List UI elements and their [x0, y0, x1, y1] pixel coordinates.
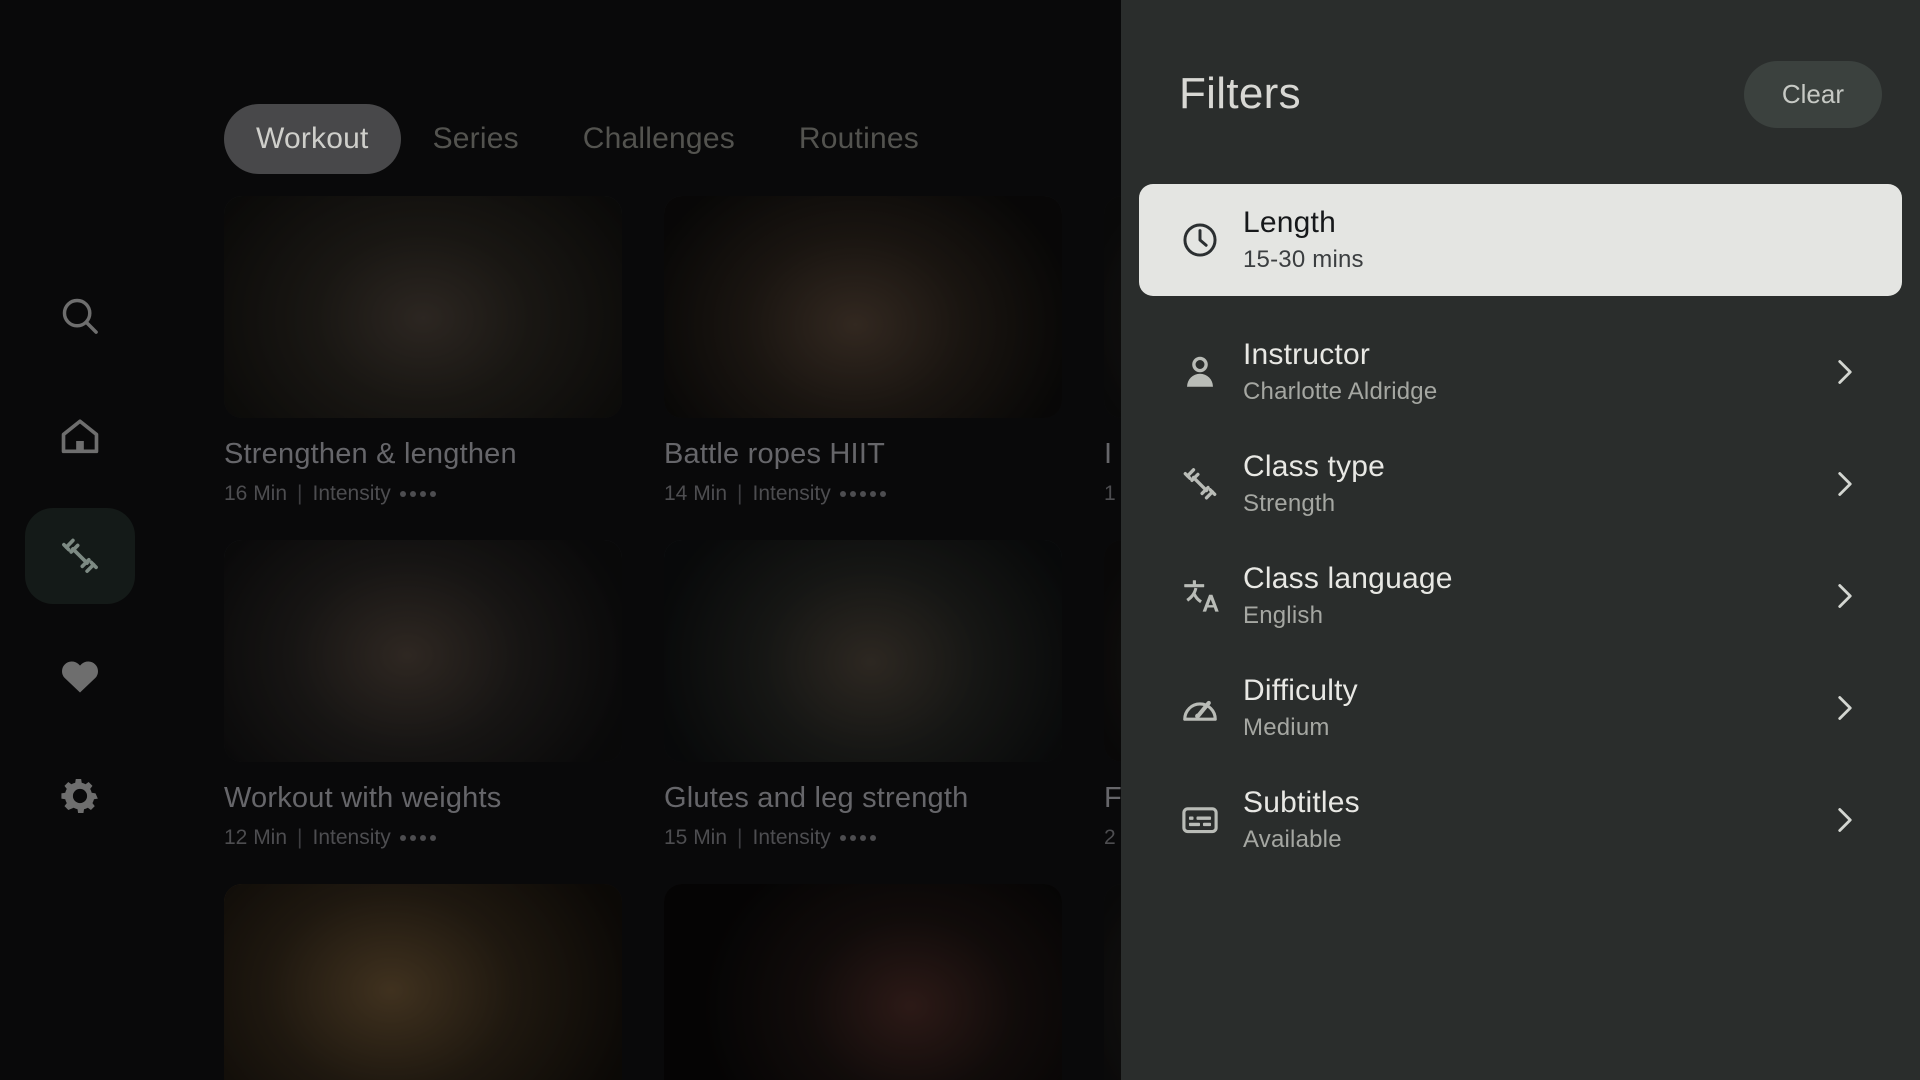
intensity-label: Intensity [312, 826, 391, 849]
search-icon [57, 293, 103, 339]
workout-title: Workout with weights [224, 782, 502, 814]
filter-value: English [1243, 602, 1324, 630]
filter-text: Length 15-30 mins [1243, 206, 1824, 275]
person-icon [1179, 351, 1243, 393]
meta-separator: | [297, 482, 303, 505]
filters-panel-header: Filters Clear [1179, 58, 1882, 130]
sidebar-nav [0, 0, 160, 1080]
workout-card[interactable] [224, 884, 622, 1080]
filter-label: Length [1243, 205, 1336, 239]
clear-filters-button[interactable]: Clear [1743, 60, 1882, 128]
filter-row-class-language[interactable]: Class language English [1139, 540, 1902, 652]
workout-thumbnail [664, 196, 1062, 418]
workout-meta: 14 Min | Intensity [664, 482, 1062, 506]
filter-label: Class language [1243, 561, 1453, 595]
tab-workout[interactable]: Workout [224, 104, 401, 174]
filter-text: Class language English [1243, 562, 1824, 631]
workout-card[interactable]: Battle ropes HIIT 14 Min | Intensity [664, 196, 1062, 506]
workout-meta: 12 Min | Intensity [224, 826, 622, 850]
filter-value: Medium [1243, 714, 1330, 742]
chevron-right-icon [1824, 579, 1864, 613]
intensity-label: Intensity [752, 826, 831, 849]
intensity-label: Intensity [312, 482, 391, 505]
workout-title: Battle ropes HIIT [664, 438, 885, 470]
meta-separator: | [737, 482, 743, 505]
tab-bar: Workout Series Challenges Routines [224, 104, 951, 174]
filters-panel: Filters Clear Length 15-30 mins Instructor… [1121, 0, 1920, 1080]
home-icon [57, 413, 103, 459]
workout-card[interactable] [664, 884, 1062, 1080]
intensity-label: Intensity [752, 482, 831, 505]
workout-duration: 15 Min [664, 826, 728, 849]
workout-title: Strengthen & lengthen [224, 438, 517, 470]
chevron-right-icon [1824, 691, 1864, 725]
tab-series[interactable]: Series [401, 104, 551, 174]
sidebar-item-workouts[interactable] [25, 508, 135, 604]
sidebar-item-favorites[interactable] [25, 628, 135, 724]
filter-value: Strength [1243, 490, 1336, 518]
filter-row-length[interactable]: Length 15-30 mins [1139, 184, 1902, 296]
filter-list: Length 15-30 mins Instructor Charlotte Aldr… [1139, 184, 1902, 876]
filter-text: Class type Strength [1243, 450, 1824, 519]
meta-separator: | [297, 826, 303, 849]
filter-label: Subtitles [1243, 785, 1360, 819]
gear-icon [57, 773, 103, 819]
workout-card[interactable]: Strengthen & lengthen 16 Min | Intensity [224, 196, 622, 506]
dumbbell-icon [57, 533, 103, 579]
filter-text: Instructor Charlotte Aldridge [1243, 338, 1824, 407]
subtitles-icon [1179, 799, 1243, 841]
filter-row-class-type[interactable]: Class type Strength [1139, 428, 1902, 540]
workout-card[interactable]: Glutes and leg strength 15 Min | Intensity [664, 540, 1062, 850]
filter-row-subtitles[interactable]: Subtitles Available [1139, 764, 1902, 876]
workout-thumbnail [224, 884, 622, 1080]
workout-card[interactable]: Workout with weights 12 Min | Intensity [224, 540, 622, 850]
filter-row-instructor[interactable]: Instructor Charlotte Aldridge [1139, 316, 1902, 428]
row-spacer [1139, 296, 1902, 316]
tab-challenges[interactable]: Challenges [551, 104, 767, 174]
translate-icon [1179, 575, 1243, 617]
meta-separator: | [737, 826, 743, 849]
app-root: Workout Series Challenges Routines Strength… [0, 0, 1920, 1080]
clock-icon [1179, 219, 1243, 261]
intensity-dots [839, 491, 886, 497]
filter-label: Instructor [1243, 337, 1371, 371]
heart-icon [57, 653, 103, 699]
dumbbell-icon [1179, 463, 1243, 505]
filter-value: Available [1243, 826, 1342, 854]
filter-text: Difficulty Medium [1243, 674, 1824, 743]
workout-meta: 15 Min | Intensity [664, 826, 1062, 850]
gauge-icon [1179, 687, 1243, 729]
workout-thumbnail [664, 884, 1062, 1080]
chevron-right-icon [1824, 355, 1864, 389]
chevron-right-icon [1824, 467, 1864, 501]
workout-thumbnail [664, 540, 1062, 762]
filter-value: Charlotte Aldridge [1243, 378, 1438, 406]
sidebar-item-home[interactable] [25, 388, 135, 484]
workout-duration: 1 [1104, 482, 1116, 505]
sidebar-item-settings[interactable] [25, 748, 135, 844]
tab-routines[interactable]: Routines [767, 104, 951, 174]
workout-duration: 14 Min [664, 482, 728, 505]
filter-text: Subtitles Available [1243, 786, 1824, 855]
filter-row-difficulty[interactable]: Difficulty Medium [1139, 652, 1902, 764]
workout-duration: 2 [1104, 826, 1116, 849]
sidebar-item-search[interactable] [25, 268, 135, 364]
workout-meta: 16 Min | Intensity [224, 482, 622, 506]
workout-thumbnail [224, 540, 622, 762]
filter-value: 15-30 mins [1243, 246, 1364, 274]
chevron-right-icon [1824, 803, 1864, 837]
workout-thumbnail [224, 196, 622, 418]
page-title: Filters [1179, 69, 1301, 118]
filter-label: Class type [1243, 449, 1386, 483]
intensity-dots [399, 491, 436, 497]
workout-duration: 12 Min [224, 826, 288, 849]
workout-title: Glutes and leg strength [664, 782, 969, 814]
intensity-dots [839, 835, 876, 841]
intensity-dots [399, 835, 436, 841]
workout-duration: 16 Min [224, 482, 288, 505]
filter-label: Difficulty [1243, 673, 1358, 707]
